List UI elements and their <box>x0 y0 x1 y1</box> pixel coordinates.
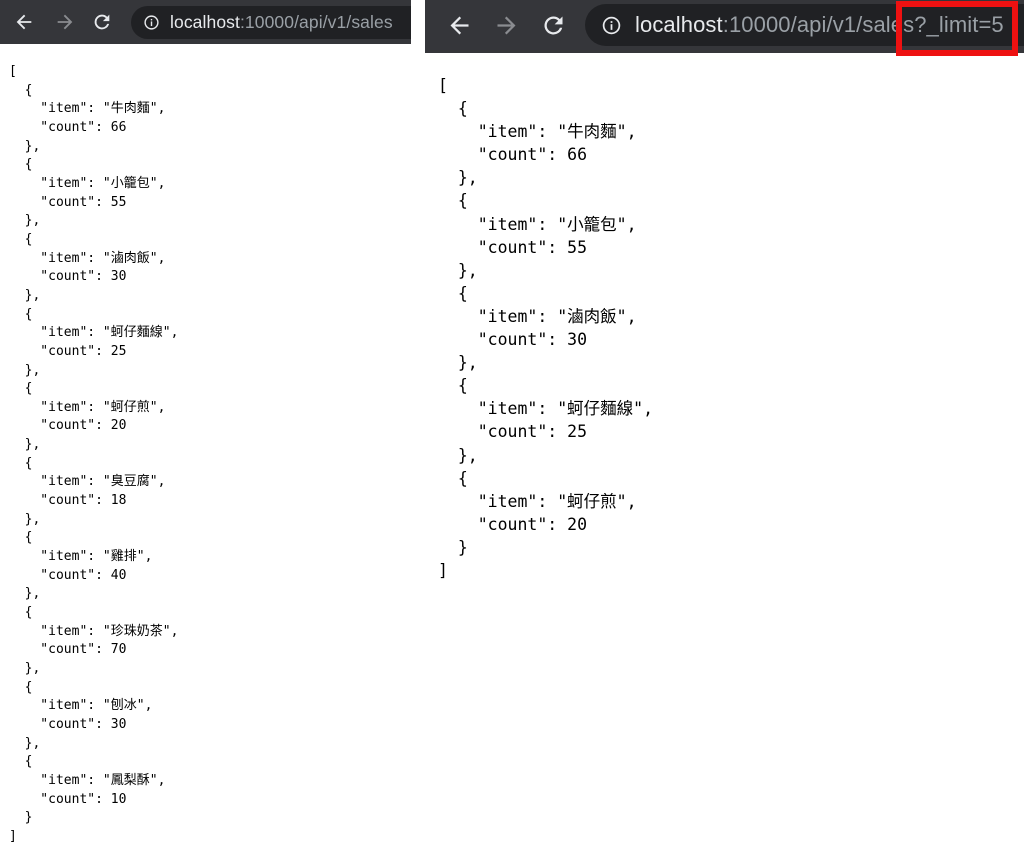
browser-toolbar: localhost:10000/api/v1/sales <box>0 0 411 44</box>
arrow-left-icon <box>450 16 468 34</box>
reload-icon <box>94 14 110 30</box>
arrow-right-icon <box>497 16 515 34</box>
arrow-right-icon <box>57 14 73 30</box>
address-bar-url[interactable]: localhost:10000/api/v1/sales <box>170 12 393 33</box>
address-bar[interactable]: localhost:10000/api/v1/sales?_limit=5 <box>585 4 1024 46</box>
reload-button[interactable] <box>539 11 567 39</box>
forward-button[interactable] <box>53 10 77 34</box>
right-browser-window: localhost:10000/api/v1/sales?_limit=5 [ … <box>425 0 1024 858</box>
reload-icon <box>543 15 562 34</box>
browser-toolbar: localhost:10000/api/v1/sales?_limit=5 <box>425 0 1024 53</box>
address-bar-url[interactable]: localhost:10000/api/v1/sales?_limit=5 <box>635 12 1004 38</box>
arrow-left-icon <box>16 14 32 30</box>
info-circle-icon[interactable] <box>601 15 622 36</box>
forward-button[interactable] <box>492 11 520 39</box>
reload-button[interactable] <box>90 10 114 34</box>
back-button[interactable] <box>12 10 36 34</box>
json-response-body: [ { "item": "牛肉麵", "count": 66 }, { "ite… <box>9 64 179 844</box>
json-response-body: [ { "item": "牛肉麵", "count": 66 }, { "ite… <box>438 76 654 580</box>
address-bar[interactable]: localhost:10000/api/v1/sales <box>131 6 411 39</box>
url-host: localhost <box>635 12 723 37</box>
back-button[interactable] <box>445 11 473 39</box>
url-path: :10000/api/v1/sales <box>239 12 393 32</box>
info-circle-icon[interactable] <box>143 14 160 31</box>
url-host: localhost <box>170 12 240 32</box>
left-browser-window: localhost:10000/api/v1/sales [ { "item":… <box>0 0 411 858</box>
url-path: :10000/api/v1/sales?_limit=5 <box>722 12 1004 37</box>
